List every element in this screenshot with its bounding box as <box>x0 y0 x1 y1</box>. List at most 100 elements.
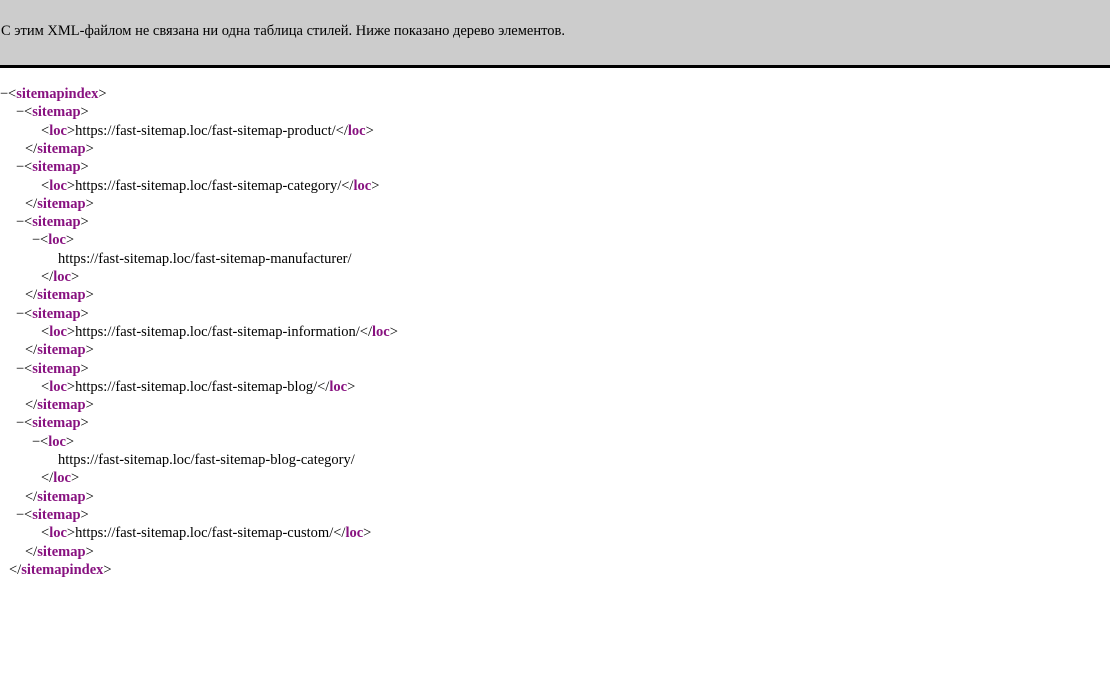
loc-url: https://fast-sitemap.loc/fast-sitemap-cu… <box>75 525 334 542</box>
sitemap-tag-name: sitemap <box>37 287 86 304</box>
open-bracket: < <box>41 323 50 340</box>
close-bracket: > <box>80 214 89 231</box>
loc-line: <loc>https://fast-sitemap.loc/fast-sitem… <box>41 524 371 542</box>
close-bracket: > <box>98 86 107 102</box>
collapse-toggle-icon[interactable]: − <box>16 213 24 231</box>
close-bracket: > <box>365 122 374 139</box>
close-bracket: > <box>80 159 89 176</box>
loc-tag-name: loc <box>49 323 67 340</box>
sitemap-tag-name: sitemap <box>32 415 81 432</box>
end-open-bracket: </ <box>341 177 354 194</box>
close-bracket: > <box>66 378 76 395</box>
open-bracket: < <box>40 232 49 249</box>
open-bracket: < <box>24 360 33 377</box>
loc-tag-name: loc <box>49 177 67 194</box>
collapse-toggle-icon[interactable]: − <box>16 414 24 432</box>
end-open-bracket: </ <box>333 525 346 542</box>
open-bracket: < <box>41 122 50 139</box>
loc-url: https://fast-sitemap.loc/fast-sitemap-ca… <box>75 177 342 194</box>
collapse-toggle-icon[interactable]: − <box>16 506 24 524</box>
close-bracket: > <box>85 397 94 414</box>
collapse-toggle-icon[interactable]: − <box>16 103 24 121</box>
close-bracket: > <box>65 232 75 249</box>
sitemapindex-tag-name: sitemapindex <box>21 561 104 578</box>
open-bracket: < <box>8 86 17 102</box>
sitemap-open-line: −<sitemap> <box>16 360 89 378</box>
loc-url: https://fast-sitemap.loc/fast-sitemap-bl… <box>75 378 318 395</box>
loc-url: https://fast-sitemap.loc/fast-sitemap-in… <box>75 323 360 340</box>
end-open-bracket: </ <box>359 323 373 340</box>
loc-line: <loc>https://fast-sitemap.loc/fast-sitem… <box>41 177 379 195</box>
close-bracket: > <box>80 104 89 121</box>
loc-open-line: −<loc> <box>32 231 74 249</box>
loc-tag-name: loc <box>49 525 67 542</box>
sitemap-tag-name: sitemap <box>37 195 86 212</box>
loc-tag-name: loc <box>345 525 364 542</box>
open-bracket: < <box>41 378 50 395</box>
close-bracket: > <box>85 287 94 304</box>
close-bracket: > <box>80 415 89 432</box>
sitemap-tag-name: sitemap <box>37 342 86 359</box>
sitemap-open-line: −<sitemap> <box>16 213 89 231</box>
end-open-bracket: </ <box>25 140 38 157</box>
sitemap-close-line: </sitemap> <box>25 341 94 359</box>
open-bracket: < <box>41 177 50 194</box>
loc-url: https://fast-sitemap.loc/fast-sitemap-ma… <box>58 250 352 267</box>
loc-url: https://fast-sitemap.loc/fast-sitemap-pr… <box>75 122 336 139</box>
loc-tag-name: loc <box>49 122 67 139</box>
collapse-toggle-icon[interactable]: − <box>16 305 24 323</box>
sitemap-tag-name: sitemap <box>32 159 81 176</box>
close-bracket: > <box>389 323 398 340</box>
open-bracket: < <box>24 506 33 523</box>
close-bracket: > <box>80 506 89 523</box>
loc-line: <loc > https://fast-sitemap.loc/fast-sitem… <box>41 122 374 140</box>
close-bracket: > <box>65 433 75 450</box>
sitemap-tag-name: sitemap <box>32 214 81 231</box>
sitemapindex-close-line: </sitemapindex> <box>9 561 112 579</box>
close-bracket: > <box>363 525 372 542</box>
collapse-toggle-icon[interactable]: − <box>16 158 24 176</box>
sitemap-tag-name: sitemap <box>32 305 81 322</box>
sitemap-tag-name: sitemap <box>37 543 86 560</box>
collapse-toggle-icon[interactable]: − <box>0 85 8 103</box>
sitemap-close-line: </sitemap> <box>25 543 94 561</box>
close-bracket: > <box>66 323 76 340</box>
sitemap-open-line: −<sitemap> <box>16 414 89 432</box>
open-bracket: < <box>24 159 33 176</box>
end-open-bracket: </ <box>25 342 38 359</box>
sitemapindex-tag-name: sitemapindex <box>16 86 99 102</box>
sitemap-open-line: −<sitemap> <box>16 103 89 121</box>
loc-tag-name: loc <box>329 378 348 395</box>
loc-tag-name: loc <box>48 433 66 450</box>
loc-value-line: https://fast-sitemap.loc/fast-sitemap-ma… <box>58 250 352 268</box>
loc-close-line: </loc> <box>41 469 79 487</box>
loc-tag-name: loc <box>53 470 71 487</box>
open-bracket: < <box>24 415 33 432</box>
close-bracket: > <box>66 525 76 542</box>
open-bracket: < <box>24 305 33 322</box>
loc-tag-name: loc <box>372 323 390 340</box>
end-open-bracket: </ <box>25 543 38 560</box>
end-open-bracket: </ <box>41 269 54 285</box>
sitemap-close-line: </sitemap> <box>25 396 94 414</box>
close-bracket: > <box>347 378 356 395</box>
loc-line: <loc>https://fast-sitemap.loc/fast-sitem… <box>41 323 398 341</box>
collapse-toggle-icon[interactable]: − <box>16 360 24 378</box>
loc-open-line: −<loc> <box>32 433 74 451</box>
open-bracket: < <box>41 525 50 542</box>
end-open-bracket: </ <box>25 287 38 304</box>
collapse-toggle-icon[interactable]: − <box>32 433 40 451</box>
sitemap-tag-name: sitemap <box>37 397 86 414</box>
sitemap-tag-name: sitemap <box>32 104 81 121</box>
sitemap-open-line: −<sitemap> <box>16 158 89 176</box>
sitemap-close-line: </sitemap> <box>25 195 94 213</box>
close-bracket: > <box>85 342 94 359</box>
end-open-bracket: </ <box>41 470 54 487</box>
xml-info-banner: С этим XML-файлом не связана ни одна таб… <box>0 0 1110 68</box>
close-bracket: > <box>85 140 94 157</box>
close-bracket: > <box>70 470 80 487</box>
close-bracket: > <box>85 195 94 212</box>
collapse-toggle-icon[interactable]: − <box>32 231 40 249</box>
close-bracket: > <box>85 543 94 560</box>
sitemap-close-line: </sitemap> <box>25 140 94 158</box>
